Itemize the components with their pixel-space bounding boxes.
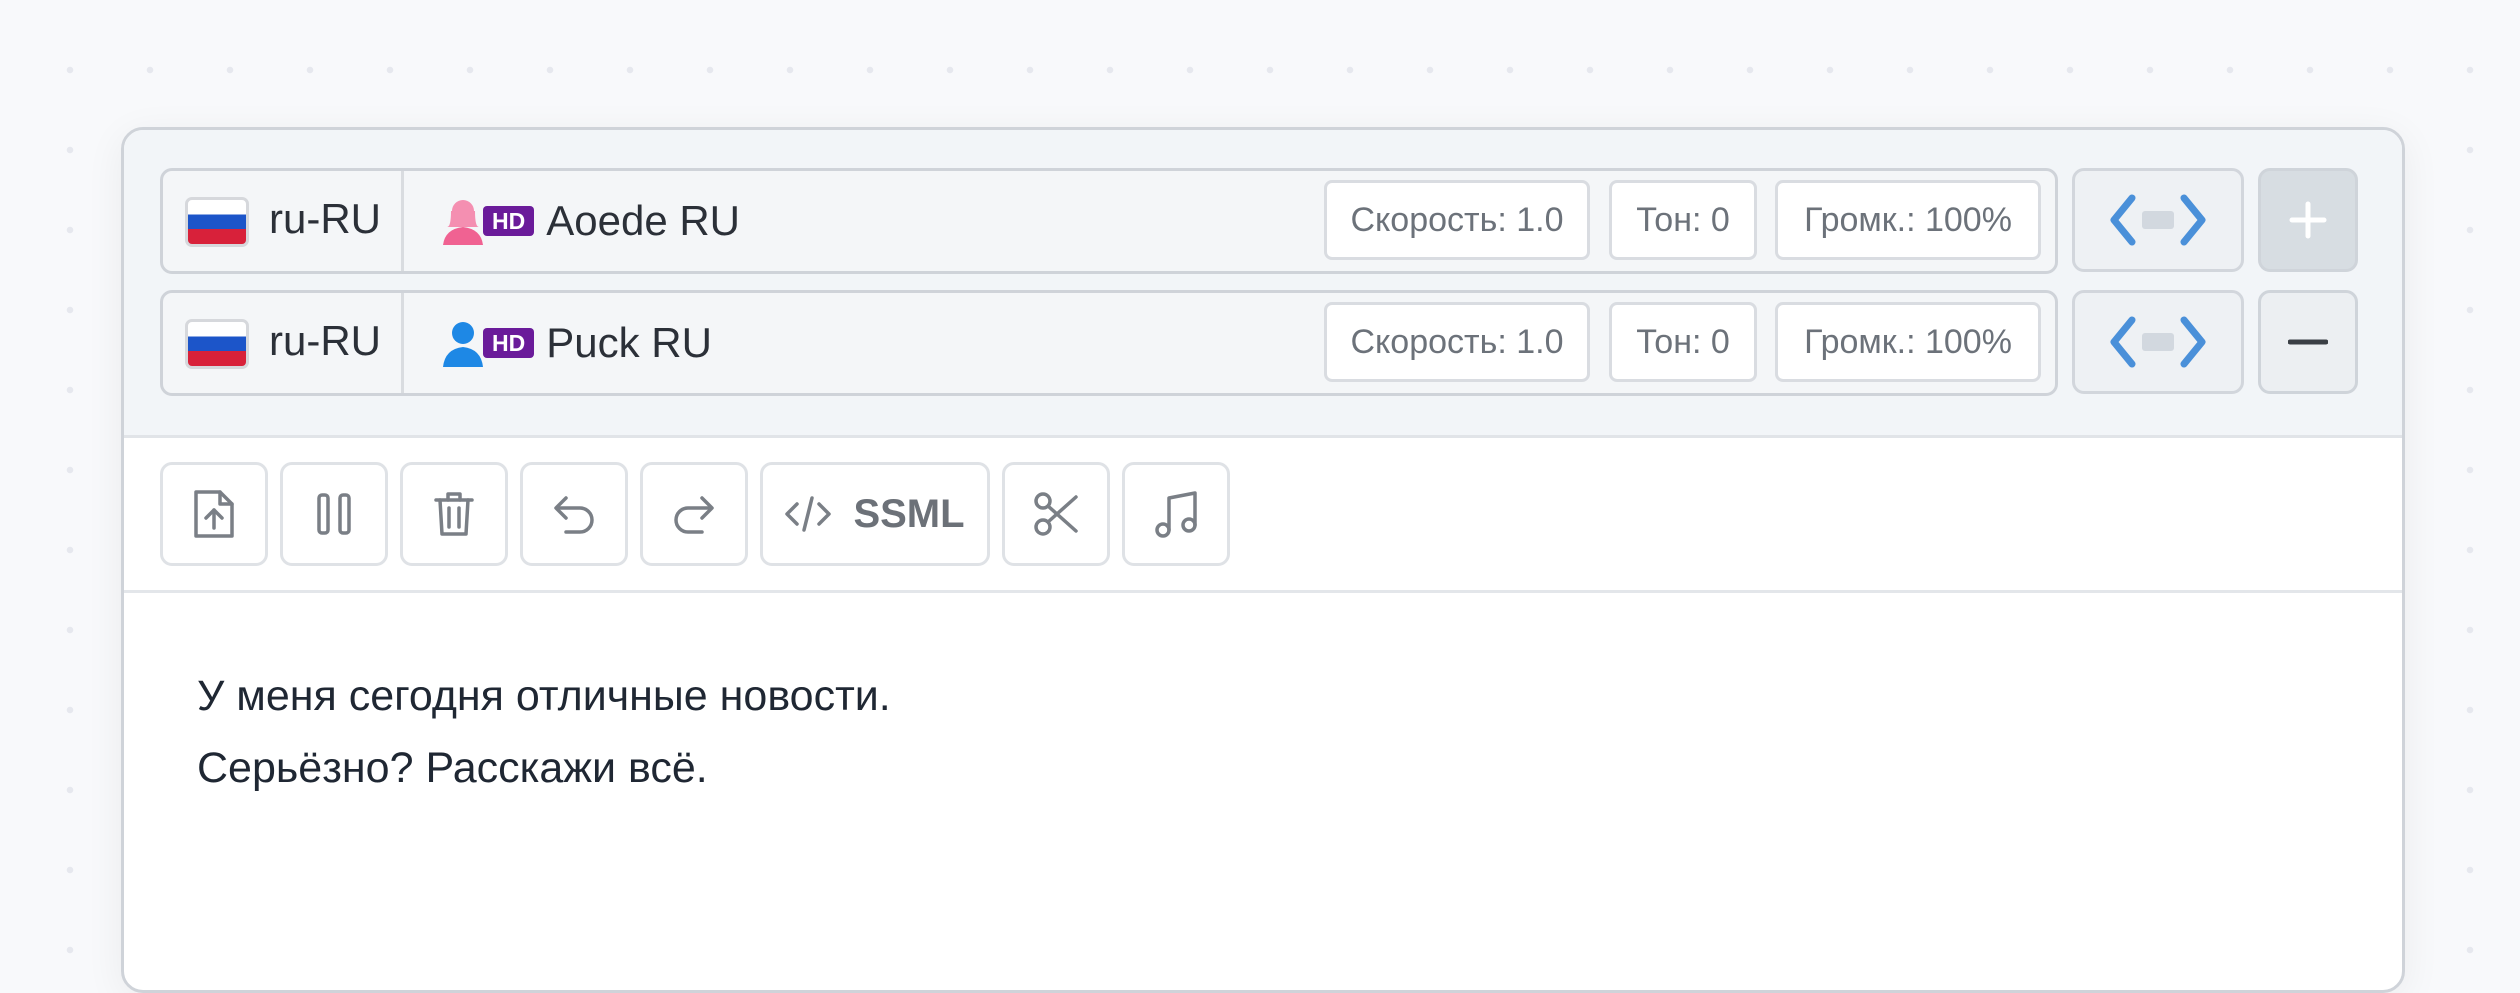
- remove-voice-button[interactable]: [2258, 290, 2358, 394]
- voice-selector-2[interactable]: ru-RU HD Puck RU Скорость: 1.0 Тон: 0 Гр…: [160, 290, 2058, 396]
- voice-selector-1[interactable]: ru-RU HD Aoede RU Скорость: 1.0 Тон: 0 Г…: [160, 168, 2058, 274]
- language-code: ru-RU: [269, 317, 381, 364]
- voice-tag-icon: [2110, 194, 2206, 246]
- voice-name-group[interactable]: HD Puck RU: [441, 293, 712, 393]
- music-note-icon: [1155, 491, 1197, 538]
- hd-badge: HD: [483, 328, 535, 358]
- voice-name: Puck RU: [546, 319, 712, 366]
- cut-button[interactable]: [1002, 462, 1110, 566]
- ssml-label: SSML: [853, 491, 965, 536]
- upload-icon: [194, 490, 234, 538]
- redo-icon: [674, 496, 714, 534]
- trash-icon: [434, 492, 474, 536]
- redo-button[interactable]: [640, 462, 748, 566]
- editor-line: У меня сегодня отличные новости.: [197, 672, 891, 720]
- speed-control[interactable]: Скорость: 1.0: [1324, 302, 1590, 382]
- undo-icon: [554, 496, 594, 534]
- plus-icon: [2289, 201, 2327, 239]
- undo-button[interactable]: [520, 462, 628, 566]
- hd-badge: HD: [483, 206, 535, 236]
- code-icon: [785, 496, 832, 532]
- language-selector-1[interactable]: ru-RU: [163, 171, 404, 271]
- voice-row-1: ru-RU HD Aoede RU Скорость: 1.0 Тон: 0 Г…: [160, 168, 2402, 274]
- ssml-button[interactable]: SSML: [760, 462, 990, 566]
- russia-flag-icon: [185, 319, 249, 369]
- pause-button[interactable]: [280, 462, 388, 566]
- voice-name-group[interactable]: HD Aoede RU: [441, 171, 740, 271]
- add-voice-button[interactable]: [2258, 168, 2358, 272]
- volume-control[interactable]: Громк.: 100%: [1775, 180, 2041, 260]
- minus-icon: [2288, 339, 2328, 345]
- toolbar-divider: [124, 590, 2402, 593]
- voice-row-2: ru-RU HD Puck RU Скорость: 1.0 Тон: 0 Гр…: [160, 290, 2402, 396]
- volume-control[interactable]: Громк.: 100%: [1775, 302, 2041, 382]
- speed-control[interactable]: Скорость: 1.0: [1324, 180, 1590, 260]
- language-selector-2[interactable]: ru-RU: [163, 293, 404, 393]
- music-button[interactable]: [1122, 462, 1230, 566]
- tone-control[interactable]: Тон: 0: [1609, 180, 1757, 260]
- tts-editor-card: ru-RU HD Aoede RU Скорость: 1.0 Тон: 0 Г…: [121, 127, 2405, 993]
- insert-voice-tag-button[interactable]: [2072, 290, 2244, 394]
- voice-name: Aoede RU: [546, 197, 741, 244]
- tone-control[interactable]: Тон: 0: [1609, 302, 1757, 382]
- male-person-icon: [443, 322, 483, 367]
- language-code: ru-RU: [269, 195, 381, 242]
- delete-button[interactable]: [400, 462, 508, 566]
- female-person-icon: [443, 200, 483, 245]
- pause-icon: [317, 493, 351, 535]
- scissors-icon: [1034, 492, 1078, 536]
- voice-tag-icon: [2110, 316, 2206, 368]
- russia-flag-icon: [185, 197, 249, 247]
- voices-panel: ru-RU HD Aoede RU Скорость: 1.0 Тон: 0 Г…: [124, 130, 2402, 438]
- text-editor[interactable]: У меня сегодня отличные новости. Серьёзн…: [197, 660, 891, 804]
- insert-voice-tag-button[interactable]: [2072, 168, 2244, 272]
- editor-line: Серьёзно? Расскажи всё.: [197, 744, 708, 792]
- upload-button[interactable]: [160, 462, 268, 566]
